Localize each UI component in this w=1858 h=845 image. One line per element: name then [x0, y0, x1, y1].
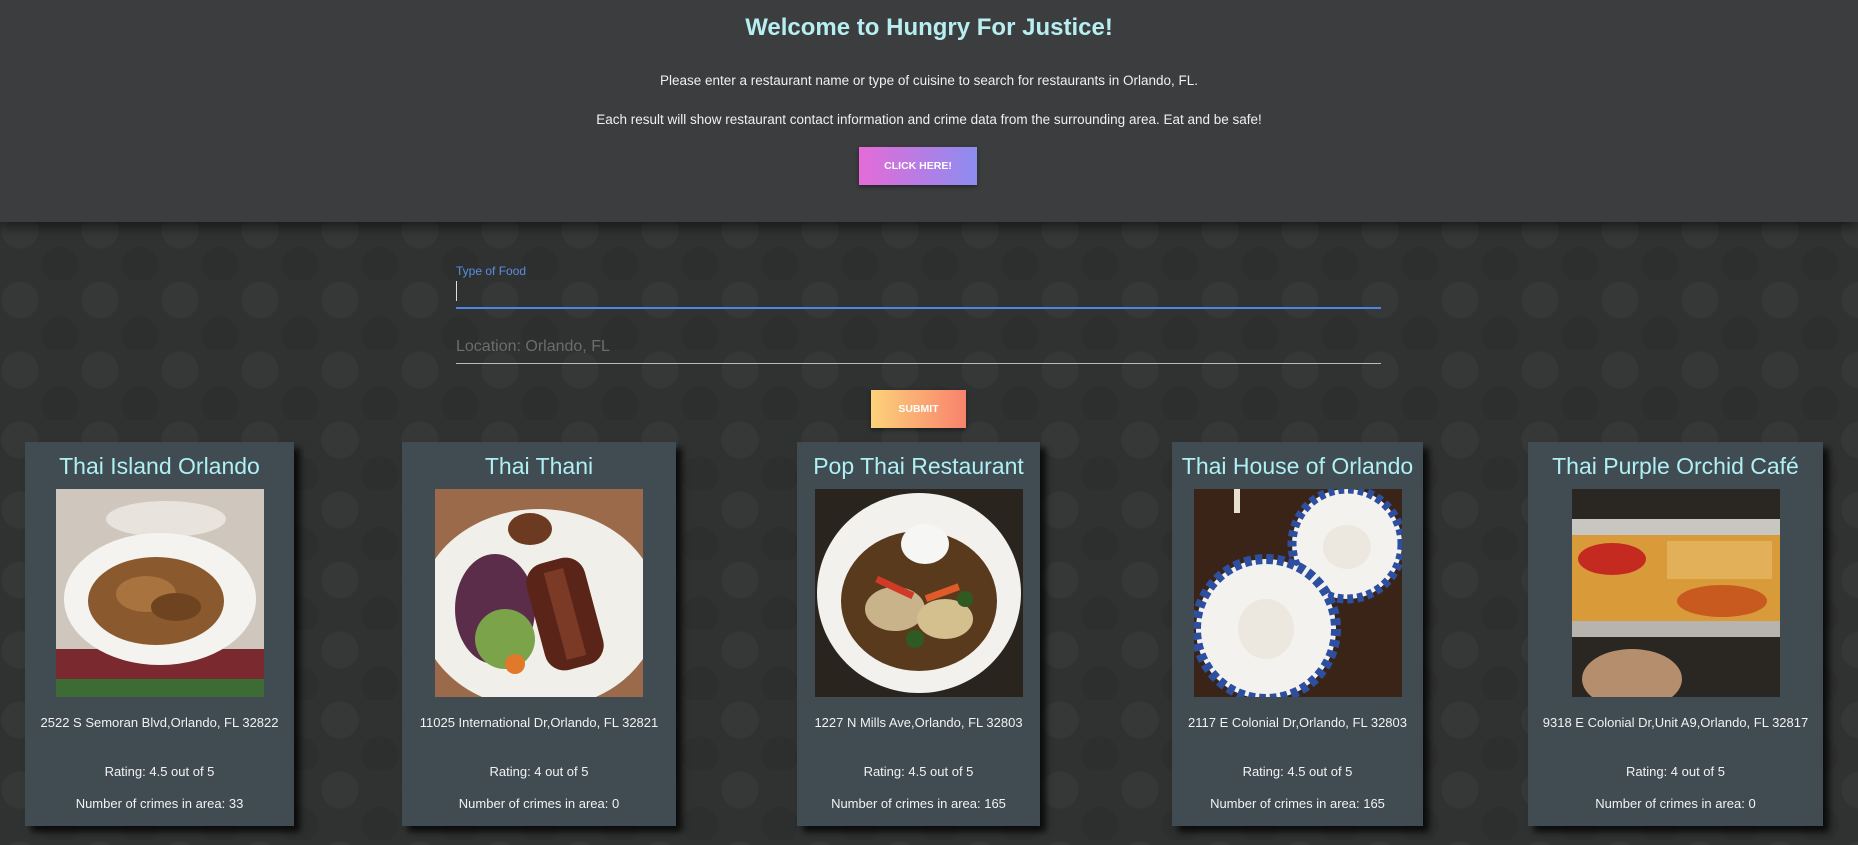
food-type-label: Type of Food: [456, 264, 527, 278]
restaurant-address: 11025 International Dr,Orlando, FL 32821: [419, 715, 659, 730]
click-here-button[interactable]: CLICK HERE!: [859, 147, 977, 185]
restaurant-address: 9318 E Colonial Dr,Unit A9,Orlando, FL 3…: [1542, 715, 1809, 730]
text-caret: [456, 281, 457, 301]
restaurant-card: Thai Purple Orchid Café 9318 E Colonial …: [1528, 442, 1823, 826]
location-input[interactable]: [456, 333, 1381, 361]
restaurant-address: 2117 E Colonial Dr,Orlando, FL 32803: [1188, 715, 1407, 730]
submit-button[interactable]: SUBMIT: [871, 390, 966, 428]
intro-text: Please enter a restaurant name or type o…: [659, 73, 1199, 88]
crime-count: Number of crimes in area: 165: [831, 796, 1006, 811]
restaurant-rating: Rating: 4 out of 5: [1625, 764, 1725, 779]
crime-count: Number of crimes in area: 33: [75, 796, 244, 811]
restaurant-name: Thai Purple Orchid Café: [1552, 453, 1799, 479]
restaurant-name: Thai Island Orlando: [59, 453, 260, 479]
location-field[interactable]: [456, 333, 1381, 364]
crime-count: Number of crimes in area: 0: [1595, 796, 1756, 811]
steak-salad-photo: [435, 489, 643, 697]
restaurant-name: Thai House of Orlando: [1181, 453, 1414, 479]
restaurant-name: Thai Thani: [484, 453, 594, 479]
food-type-field[interactable]: Type of Food: [456, 262, 1381, 309]
restaurant-rating: Rating: 4 out of 5: [489, 764, 589, 779]
restaurant-rating: Rating: 4.5 out of 5: [863, 764, 974, 779]
restaurant-card: Thai House of Orlando 2117 E Colonial Dr…: [1172, 442, 1423, 826]
intro-text-2: Each result will show restaurant contact…: [596, 112, 1262, 127]
restaurant-name: Pop Thai Restaurant: [813, 453, 1024, 479]
hero-banner: Welcome to Hungry For Justice! Please en…: [0, 0, 1858, 222]
noodle-plate-photo: [55, 489, 264, 697]
curry-bowl-photo: [814, 489, 1023, 697]
restaurant-address: 2522 S Semoran Blvd,Orlando, FL 32822: [40, 715, 279, 730]
restaurant-card: Pop Thai Restaurant 1227 N Mills Ave,Orl…: [797, 442, 1040, 826]
page-title: Welcome to Hungry For Justice!: [745, 14, 1113, 41]
rice-plates-photo: [1193, 489, 1402, 697]
restaurant-card: Thai Thani 11025 International Dr,Orland…: [402, 442, 676, 826]
restaurant-rating: Rating: 4.5 out of 5: [1242, 764, 1353, 779]
restaurant-address: 1227 N Mills Ave,Orlando, FL 32803: [814, 715, 1023, 730]
restaurant-card: Thai Island Orlando 2522 S Semoran Blvd,…: [25, 442, 294, 826]
curry-paste-can-photo: [1571, 489, 1780, 697]
crime-count: Number of crimes in area: 0: [458, 796, 620, 811]
restaurant-rating: Rating: 4.5 out of 5: [104, 764, 215, 779]
crime-count: Number of crimes in area: 165: [1210, 796, 1385, 811]
